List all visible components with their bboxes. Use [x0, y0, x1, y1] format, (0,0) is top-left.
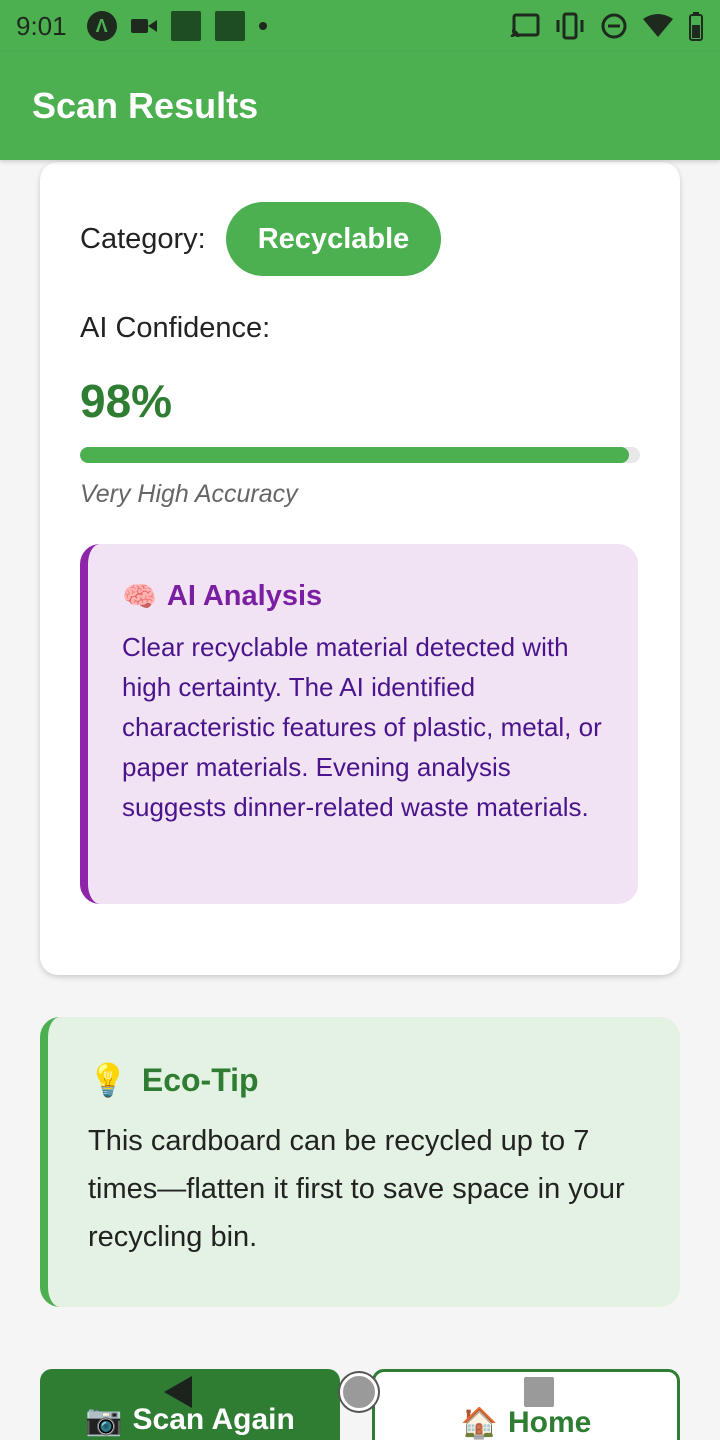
video-camera-icon — [130, 19, 157, 33]
wifi-icon — [643, 14, 673, 37]
result-card: Category: Recyclable AI Confidence: 98% … — [40, 162, 680, 975]
lightbulb-icon: 💡 — [88, 1062, 128, 1098]
battery-icon — [689, 12, 703, 41]
confidence-value: 98% — [80, 375, 173, 427]
category-label: Category: — [80, 222, 206, 255]
dot-icon — [258, 22, 267, 30]
ai-analysis-header: 🧠 AI Analysis — [122, 580, 604, 613]
page-title: Scan Results — [32, 85, 259, 126]
ai-analysis-title: AI Analysis — [166, 580, 323, 612]
notification-square-icon — [214, 11, 245, 41]
confidence-progress-fill — [80, 447, 629, 463]
notification-square-icon — [170, 11, 201, 41]
nav-back-icon[interactable] — [164, 1376, 192, 1408]
app-bar: Scan Results — [0, 52, 720, 160]
ai-analysis-box: 🧠 AI Analysis Clear recyclable material … — [80, 544, 638, 904]
status-left-icons: Λ — [86, 11, 267, 41]
eco-tip-header: 💡 Eco-Tip — [88, 1061, 640, 1099]
status-time: 9:01 — [16, 10, 67, 41]
eco-tip-title: Eco-Tip — [141, 1061, 259, 1098]
eco-tip-card: 💡 Eco-Tip This cardboard can be recycled… — [40, 1017, 680, 1307]
confidence-label: AI Confidence: — [80, 312, 271, 344]
camera-icon: 📷 — [85, 1404, 123, 1437]
nav-recents-icon[interactable] — [524, 1377, 554, 1407]
cast-icon — [510, 13, 540, 38]
house-icon: 🏠 — [460, 1407, 498, 1440]
app-a-icon: Λ — [86, 11, 117, 41]
do-not-disturb-icon — [601, 13, 627, 39]
category-row: Category: Recyclable — [80, 202, 442, 276]
category-badge: Recyclable — [225, 202, 442, 276]
brain-icon: 🧠 — [122, 581, 157, 612]
ai-analysis-text: Clear recyclable material detected with … — [122, 632, 602, 822]
eco-tip-text: This cardboard can be recycled up to 7 t… — [88, 1125, 625, 1253]
scan-again-label: Scan Again — [132, 1403, 295, 1436]
confidence-progress-bar — [80, 447, 640, 463]
status-right-icons — [510, 11, 704, 41]
vibrate-icon — [556, 12, 584, 40]
home-label: Home — [508, 1406, 592, 1439]
nav-home-icon[interactable] — [340, 1373, 378, 1411]
status-bar: 9:01 Λ — [0, 0, 720, 52]
accuracy-text: Very High Accuracy — [80, 480, 298, 508]
